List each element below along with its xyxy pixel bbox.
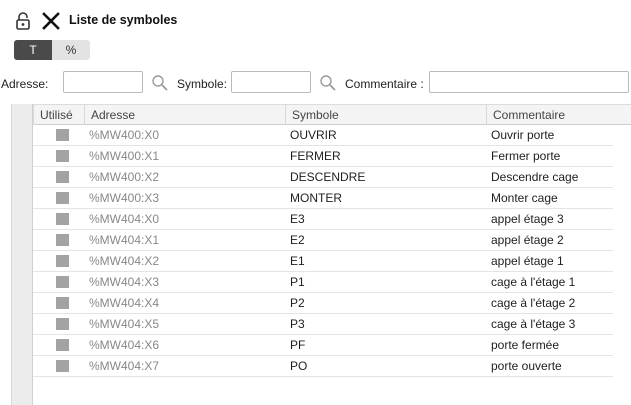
address-label: Adresse: <box>1 77 49 91</box>
comment-cell[interactable]: cage à l'étage 1 <box>491 272 575 292</box>
table-row[interactable]: %MW404:X2 E1 appel étage 1 <box>33 251 613 272</box>
column-header-symbol[interactable]: Symbole <box>285 105 486 125</box>
address-cell: %MW404:X7 <box>89 359 160 373</box>
used-indicator <box>56 360 69 372</box>
used-cell <box>33 272 83 292</box>
symbol-cell[interactable]: PO <box>290 356 307 376</box>
comment-cell[interactable]: appel étage 2 <box>491 230 564 250</box>
used-indicator <box>56 297 69 309</box>
table-row[interactable]: %MW400:X3 MONTER Monter cage <box>33 188 613 209</box>
comment-cell[interactable]: Fermer porte <box>491 146 560 166</box>
address-cell: %MW404:X0 <box>89 212 160 226</box>
view-toggle: T % <box>14 40 90 60</box>
title-bar: Liste de symboles <box>0 0 631 40</box>
table-row[interactable]: %MW404:X4 P2 cage à l'étage 2 <box>33 293 613 314</box>
address-filter-input[interactable] <box>63 71 143 93</box>
used-indicator <box>56 129 69 141</box>
symbol-filter-input[interactable] <box>231 71 311 93</box>
table-row[interactable]: %MW400:X2 DESCENDRE Descendre cage <box>33 167 613 188</box>
used-indicator <box>56 150 69 162</box>
comment-cell[interactable]: Ouvrir porte <box>491 125 554 145</box>
comment-label: Commentaire : <box>345 77 424 91</box>
address-cell: %MW404:X5 <box>89 317 160 331</box>
used-cell <box>33 293 83 313</box>
comment-filter-input[interactable] <box>429 71 629 93</box>
column-header-used[interactable]: Utilisé <box>33 105 84 125</box>
table-row[interactable]: %MW404:X6 PF porte fermée <box>33 335 613 356</box>
used-indicator <box>56 234 69 246</box>
search-icon[interactable] <box>151 74 169 92</box>
table-row[interactable]: %MW400:X0 OUVRIR Ouvrir porte <box>33 125 613 146</box>
used-indicator <box>56 276 69 288</box>
used-cell <box>33 356 83 376</box>
symbol-cell[interactable]: E3 <box>290 209 305 229</box>
used-cell <box>33 188 83 208</box>
table-row[interactable]: %MW400:X1 FERMER Fermer porte <box>33 146 613 167</box>
table-row[interactable]: %MW404:X7 PO porte ouverte <box>33 356 613 377</box>
column-header-address[interactable]: Adresse <box>84 105 285 125</box>
address-cell: %MW404:X6 <box>89 338 160 352</box>
used-cell <box>33 209 83 229</box>
used-indicator <box>56 171 69 183</box>
used-cell <box>33 251 83 271</box>
symbol-cell[interactable]: FERMER <box>290 146 341 166</box>
symbol-cell[interactable]: P2 <box>290 293 305 313</box>
address-cell: %MW404:X2 <box>89 254 160 268</box>
comment-cell[interactable]: cage à l'étage 2 <box>491 293 575 313</box>
address-cell: %MW400:X0 <box>89 128 160 142</box>
table-body: %MW400:X0 OUVRIR Ouvrir porte %MW400:X1 FERM… <box>33 125 613 377</box>
used-indicator <box>56 255 69 267</box>
row-header-column <box>11 104 33 405</box>
address-cell: %MW400:X2 <box>89 170 160 184</box>
symbol-cell[interactable]: P1 <box>290 272 305 292</box>
comment-cell[interactable]: Descendre cage <box>491 167 578 187</box>
toggle-percent-button[interactable]: % <box>52 40 90 60</box>
symbol-cell[interactable]: E2 <box>290 230 305 250</box>
panel-title: Liste de symboles <box>69 13 178 27</box>
comment-cell[interactable]: porte fermée <box>491 335 559 355</box>
used-indicator <box>56 318 69 330</box>
symbol-cell[interactable]: P3 <box>290 314 305 334</box>
used-indicator <box>56 213 69 225</box>
column-header-comment[interactable]: Commentaire <box>486 105 613 125</box>
address-cell: %MW404:X3 <box>89 275 160 289</box>
table-row[interactable]: %MW404:X1 E2 appel étage 2 <box>33 230 613 251</box>
used-indicator <box>56 339 69 351</box>
used-cell <box>33 167 83 187</box>
comment-cell[interactable]: appel étage 3 <box>491 209 564 229</box>
lock-icon[interactable] <box>14 11 32 31</box>
table-row[interactable]: %MW404:X0 E3 appel étage 3 <box>33 209 613 230</box>
used-cell <box>33 146 83 166</box>
symbol-table: Utilisé Adresse Symbole Commentaire %MW4… <box>11 104 631 405</box>
address-cell: %MW400:X3 <box>89 191 160 205</box>
comment-cell[interactable]: Monter cage <box>491 188 558 208</box>
toggle-t-button[interactable]: T <box>14 40 52 60</box>
symbol-cell[interactable]: MONTER <box>290 188 342 208</box>
table-row[interactable]: %MW404:X5 P3 cage à l'étage 3 <box>33 314 613 335</box>
address-cell: %MW404:X1 <box>89 233 160 247</box>
address-cell: %MW404:X4 <box>89 296 160 310</box>
comment-cell[interactable]: porte ouverte <box>491 356 562 376</box>
used-indicator <box>56 192 69 204</box>
symbol-cell[interactable]: DESCENDRE <box>290 167 365 187</box>
used-cell <box>33 230 83 250</box>
table-row[interactable]: %MW404:X3 P1 cage à l'étage 1 <box>33 272 613 293</box>
symbol-label: Symbole: <box>177 77 228 91</box>
symbol-cell[interactable]: PF <box>290 335 305 355</box>
comment-cell[interactable]: cage à l'étage 3 <box>491 314 575 334</box>
search-icon[interactable] <box>319 74 337 92</box>
used-cell <box>33 314 83 334</box>
used-cell <box>33 125 83 145</box>
address-cell: %MW400:X1 <box>89 149 160 163</box>
symbol-cell[interactable]: OUVRIR <box>290 125 337 145</box>
filter-bar: Adresse: Symbole: Commentaire : <box>0 70 631 96</box>
symbol-cell[interactable]: E1 <box>290 251 305 271</box>
used-cell <box>33 335 83 355</box>
table-header: Utilisé Adresse Symbole Commentaire <box>33 104 631 125</box>
comment-cell[interactable]: appel étage 1 <box>491 251 564 271</box>
close-icon[interactable] <box>42 12 60 30</box>
